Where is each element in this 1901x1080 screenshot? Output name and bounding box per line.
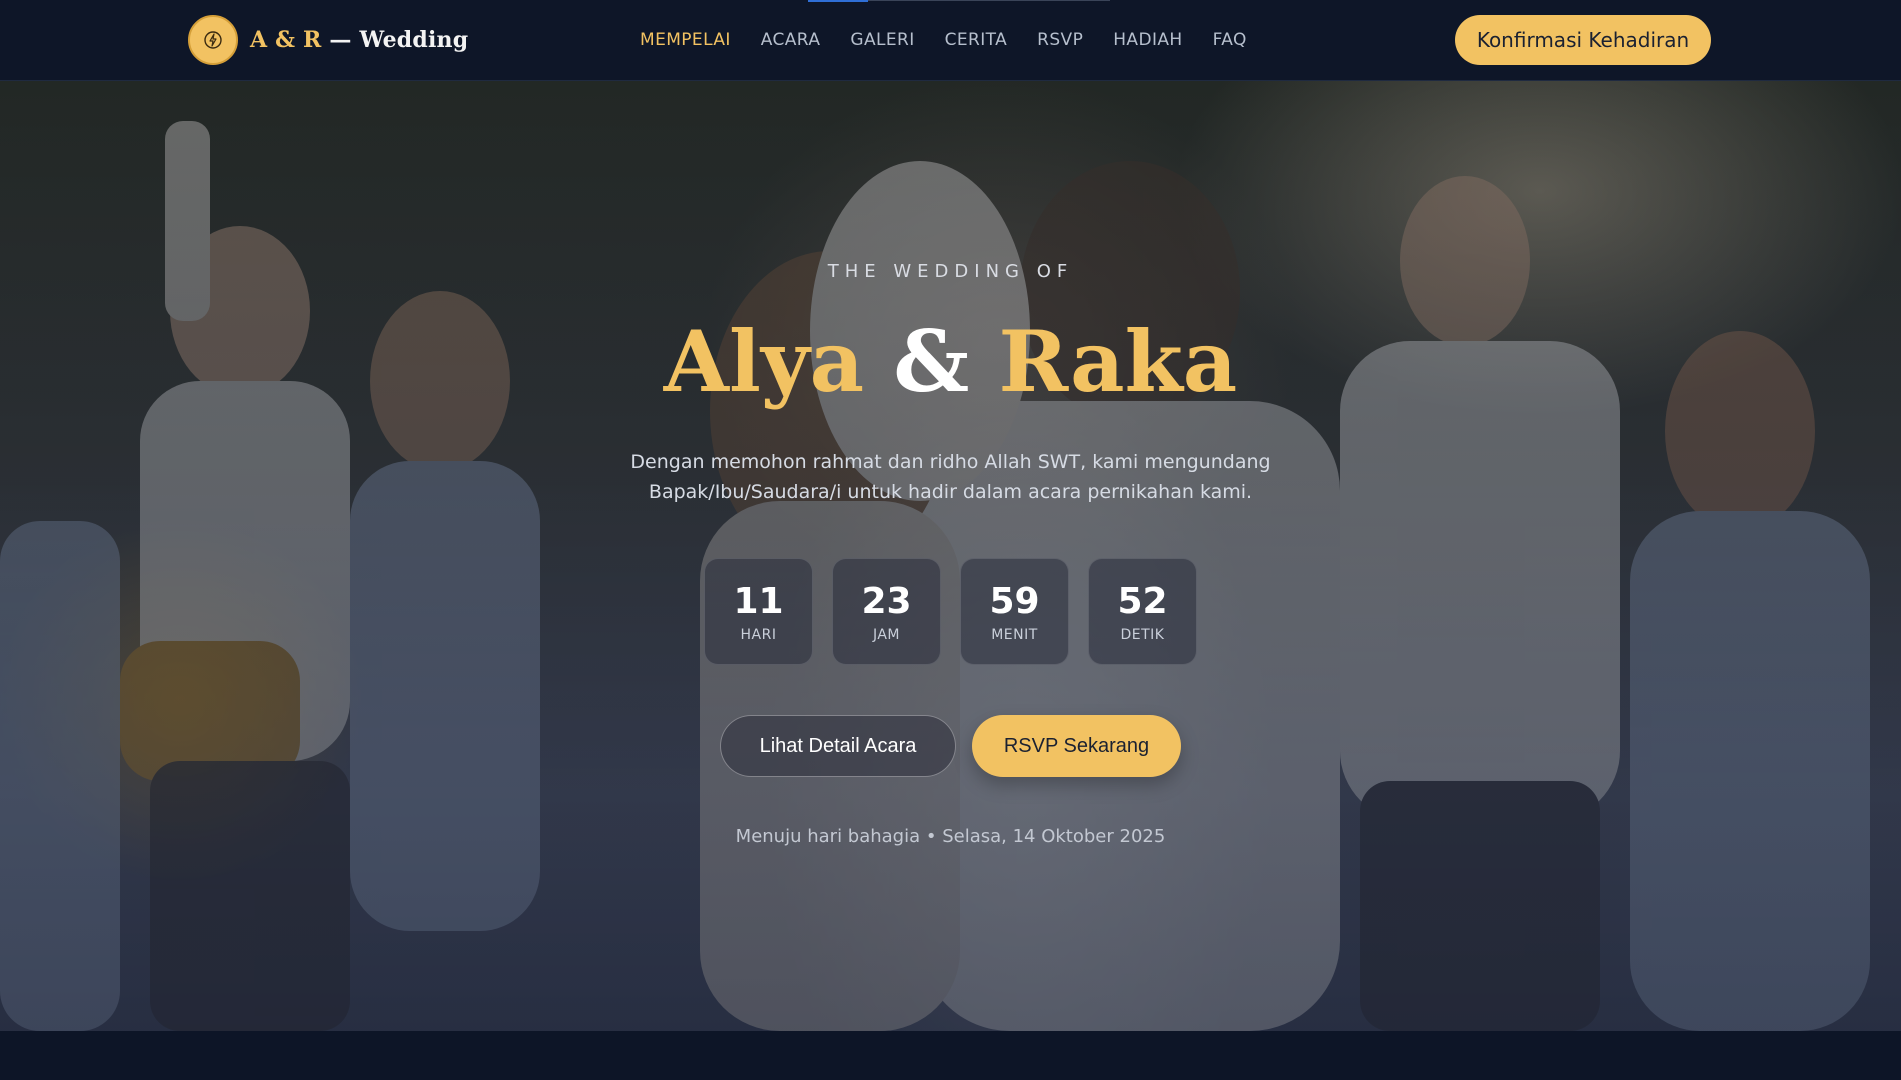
nav-item-mempelai[interactable]: MEMPELAI bbox=[640, 28, 731, 52]
countdown-label: MENIT bbox=[991, 626, 1038, 643]
countdown-label: HARI bbox=[740, 626, 777, 643]
countdown-minutes: 59 MENIT bbox=[960, 558, 1069, 665]
hero-content: THE WEDDING OF Alya & Raka Dengan memoho… bbox=[0, 81, 1901, 1031]
scroll-indicator-track bbox=[868, 0, 1110, 1]
nav-item-acara[interactable]: ACARA bbox=[761, 28, 821, 52]
brand-logo[interactable]: A & R — Wedding bbox=[188, 15, 468, 65]
seal-icon bbox=[188, 15, 238, 65]
wedding-date-note: Menuju hari bahagia • Selasa, 14 Oktober… bbox=[735, 826, 1166, 847]
main-nav: MEMPELAI ACARA GALERI CERITA RSVP HADIAH… bbox=[640, 28, 1247, 52]
brand-word: Wedding bbox=[359, 27, 469, 53]
invitation-text: Dengan memohon rahmat dan ridho Allah SW… bbox=[630, 451, 1271, 503]
countdown-hours: 23 JAM bbox=[832, 558, 941, 665]
hero-eyebrow: THE WEDDING OF bbox=[827, 261, 1074, 282]
top-navbar: A & R — Wedding MEMPELAI ACARA GALERI CE… bbox=[0, 0, 1901, 81]
nav-item-rsvp[interactable]: RSVP bbox=[1037, 28, 1083, 52]
countdown-value: 11 bbox=[733, 580, 784, 622]
nav-item-hadiah[interactable]: HADIAH bbox=[1113, 28, 1182, 52]
groom-name: Raka bbox=[998, 312, 1238, 411]
scroll-indicator bbox=[808, 0, 868, 2]
countdown-label: DETIK bbox=[1120, 626, 1165, 643]
bride-name: Alya bbox=[663, 312, 865, 411]
couple-names: Alya & Raka bbox=[0, 307, 1901, 417]
countdown-timer: 11 HARI 23 JAM 59 MENIT 52 DETIK bbox=[704, 558, 1197, 665]
countdown-value: 23 bbox=[861, 580, 912, 622]
next-section-edge bbox=[0, 1031, 1901, 1080]
countdown-days: 11 HARI bbox=[704, 558, 813, 665]
brand-separator: — bbox=[321, 27, 360, 53]
nav-item-galeri[interactable]: GALERI bbox=[850, 28, 914, 52]
countdown-label: JAM bbox=[872, 626, 901, 643]
brand-initials: A & R bbox=[250, 27, 322, 53]
nav-item-cerita[interactable]: CERITA bbox=[945, 28, 1008, 52]
names-ampersand: & bbox=[893, 312, 970, 411]
hero-section: THE WEDDING OF Alya & Raka Dengan memoho… bbox=[0, 81, 1901, 1031]
countdown-value: 59 bbox=[989, 580, 1040, 622]
brand-name: A & R — Wedding bbox=[250, 27, 468, 53]
nav-item-faq[interactable]: FAQ bbox=[1213, 28, 1247, 52]
rsvp-now-button[interactable]: RSVP Sekarang bbox=[972, 715, 1181, 777]
view-event-details-button[interactable]: Lihat Detail Acara bbox=[720, 715, 956, 777]
countdown-seconds: 52 DETIK bbox=[1088, 558, 1197, 665]
countdown-value: 52 bbox=[1117, 580, 1168, 622]
confirm-attendance-button[interactable]: Konfirmasi Kehadiran bbox=[1455, 15, 1711, 65]
